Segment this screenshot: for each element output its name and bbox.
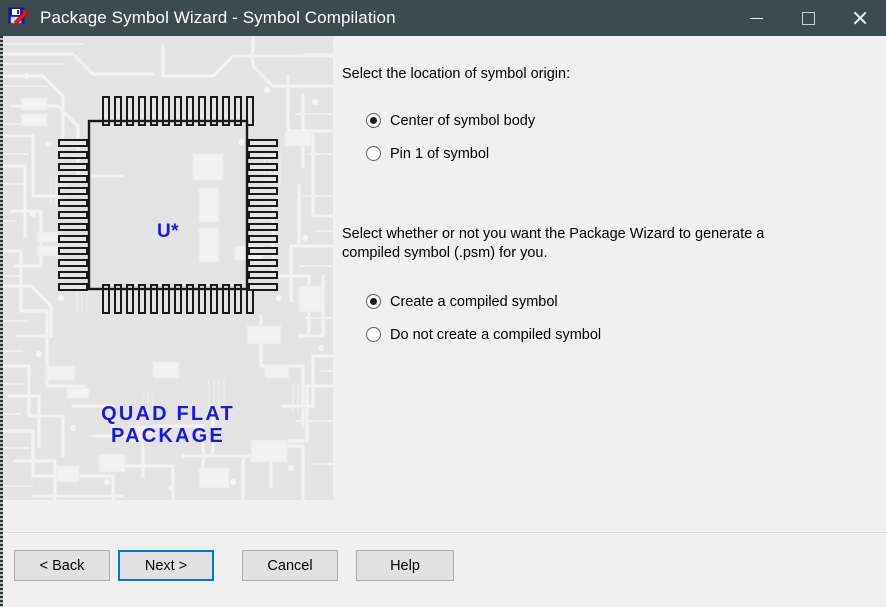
compile-prompt-label: Select whether or not you want the Packa… xyxy=(342,226,765,262)
package-symbol-wizard-window: Package Symbol Wizard - Symbol Compilati… xyxy=(0,0,886,607)
radio-button-center-of-symbol-body[interactable] xyxy=(366,113,381,128)
radio-button-pin-1-of-symbol[interactable] xyxy=(366,146,381,161)
radio-label-pin-1-of-symbol: Pin 1 of symbol xyxy=(390,145,490,162)
help-button[interactable]: Help xyxy=(356,550,454,581)
window-title: Package Symbol Wizard - Symbol Compilati… xyxy=(40,8,396,27)
minimize-button[interactable] xyxy=(730,0,782,36)
wizard-button-bar: < Back Next > Cancel Help xyxy=(0,535,886,607)
radio-option-center-of-symbol-body[interactable]: Center of symbol body xyxy=(366,108,535,133)
caption-line-2: PACKAGE xyxy=(111,424,225,447)
client-area: U* QUAD FLAT PACKAGE Select the location… xyxy=(0,36,886,607)
radio-label-center-of-symbol-body: Center of symbol body xyxy=(390,112,536,129)
window-left-edge xyxy=(0,36,3,607)
illustration-caption: QUAD FLAT PACKAGE xyxy=(3,403,333,447)
caption-line-1: QUAD FLAT xyxy=(101,403,235,425)
package-illustration-panel: U* QUAD FLAT PACKAGE xyxy=(3,36,333,500)
title-bar: Package Symbol Wizard - Symbol Compilati… xyxy=(0,0,886,36)
maximize-icon xyxy=(801,11,815,25)
radio-option-do-not-create-a-compiled-symbol[interactable]: Do not create a compiled symbol xyxy=(366,322,601,347)
footer-separator xyxy=(3,532,886,534)
next-button[interactable]: Next > xyxy=(118,550,214,581)
chip-reference-designator: U* xyxy=(156,221,180,242)
symbol-origin-radio-group: Center of symbol body Pin 1 of symbol xyxy=(366,108,535,174)
close-button[interactable] xyxy=(834,0,886,36)
origin-prompt-label: Select the location of symbol origin: xyxy=(342,66,571,82)
cancel-button[interactable]: Cancel xyxy=(242,550,338,581)
compiled-symbol-radio-group: Create a compiled symbol Do not create a… xyxy=(366,289,601,355)
radio-label-create-a-compiled-symbol: Create a compiled symbol xyxy=(390,293,558,310)
close-icon xyxy=(852,10,868,26)
minimize-icon xyxy=(749,17,763,19)
radio-label-do-not-create-a-compiled-symbol: Do not create a compiled symbol xyxy=(390,326,602,343)
radio-button-do-not-create-a-compiled-symbol[interactable] xyxy=(366,327,381,342)
radio-button-create-a-compiled-symbol[interactable] xyxy=(366,294,381,309)
window-controls xyxy=(730,0,886,36)
back-button[interactable]: < Back xyxy=(14,550,110,581)
radio-option-create-a-compiled-symbol[interactable]: Create a compiled symbol xyxy=(366,289,601,314)
floppy-disk-wizard-icon xyxy=(8,7,30,29)
maximize-button[interactable] xyxy=(782,0,834,36)
radio-option-pin-1-of-symbol[interactable]: Pin 1 of symbol xyxy=(366,141,535,166)
